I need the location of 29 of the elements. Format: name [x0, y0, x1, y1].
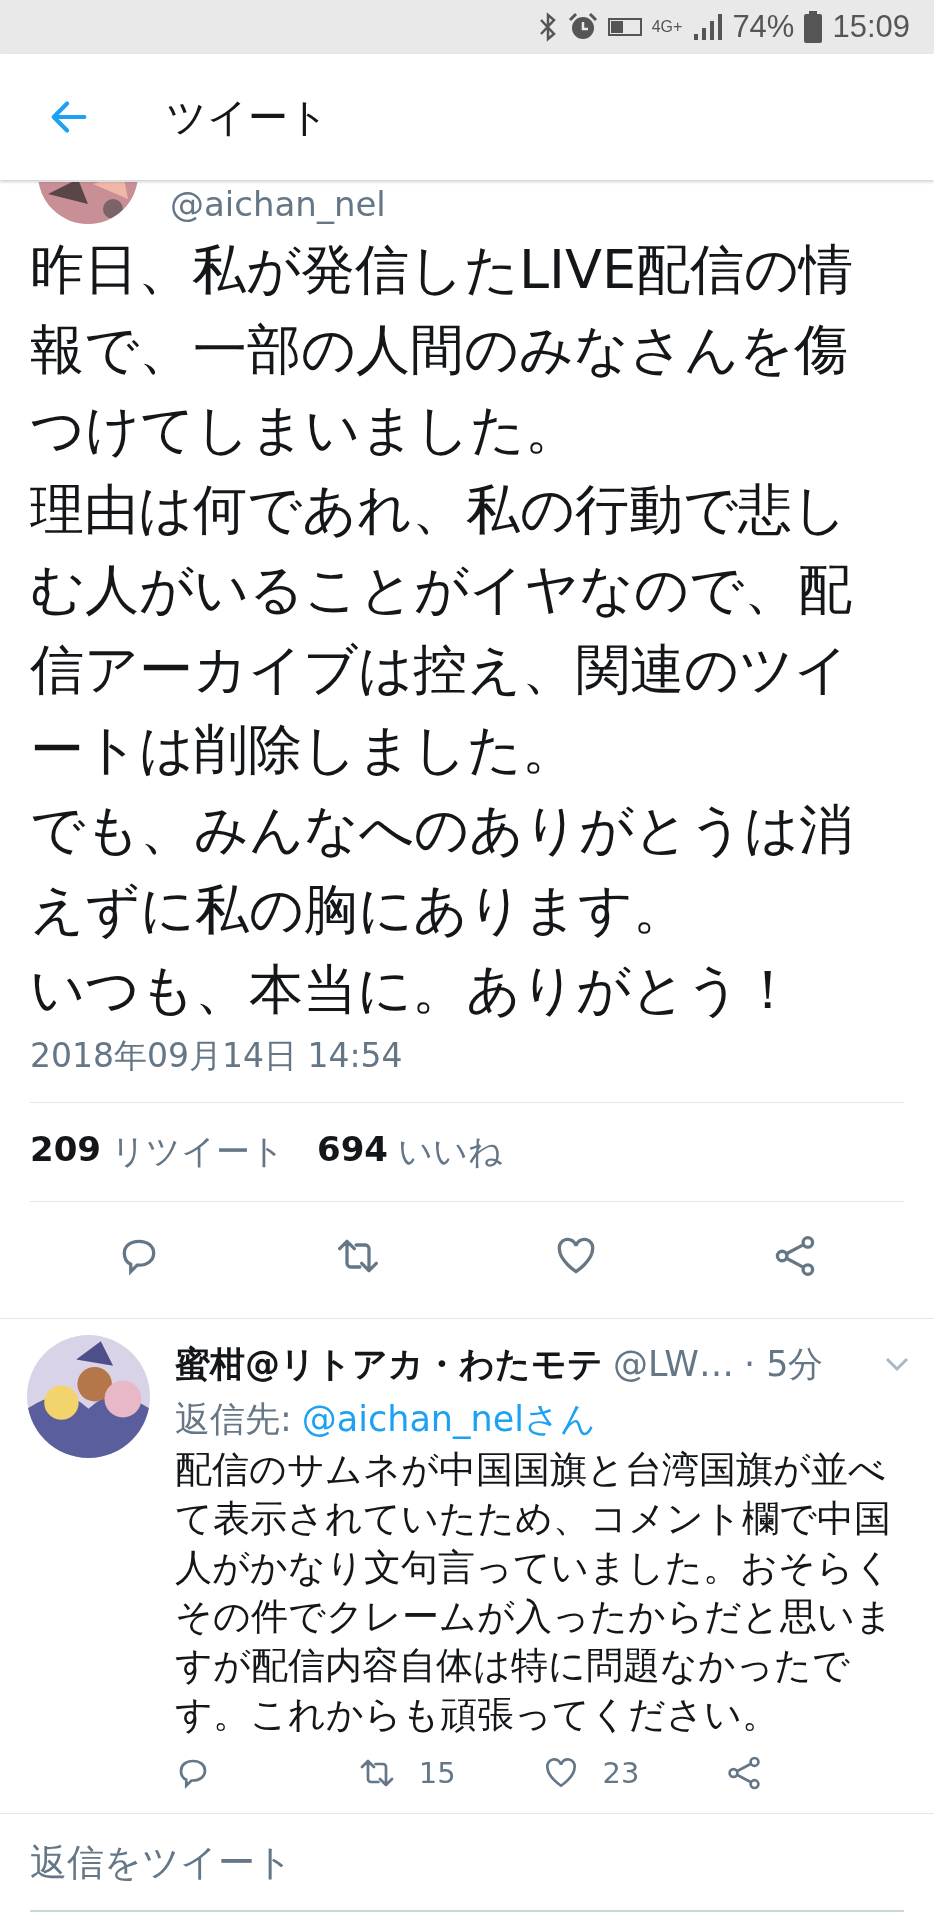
reply-to-label: 返信先: — [175, 1398, 292, 1441]
alarm-icon — [567, 12, 598, 42]
user-handle: @LW… — [613, 1344, 734, 1384]
battery-icon — [804, 11, 823, 43]
display-name: 蜜柑@リトアカ・わたモテ — [175, 1342, 603, 1386]
signal-icon — [692, 12, 723, 42]
tweet-timestamp: 2018年09月14日 14:54 — [29, 1035, 404, 1076]
user-handle[interactable]: @aichan_nel — [170, 184, 386, 224]
retweet-label[interactable]: リツイート — [111, 1129, 285, 1175]
reply-field[interactable]: 返信をツイート — [30, 1840, 904, 1884]
retweet-count: 209 — [30, 1129, 101, 1171]
tweet-text: いつも、本当に。ありがとう！ — [30, 957, 796, 1023]
tweet-text: 理由は何であれ、私の行動で悲しむ人がいることがイヤなので、配信アーカイブは控え、関連のツイートは削除しました。 — [30, 477, 853, 783]
reply-time: · 5分 — [743, 1342, 824, 1386]
battery-percent: 74% — [732, 9, 795, 45]
share-icon[interactable] — [726, 1755, 763, 1791]
tweet-text: 昨日、私が発信したLIVE配信の情報で、一部の人間のみなさんを傷つけてしまいました。 — [30, 237, 855, 463]
page-title: ツイート — [166, 92, 329, 142]
mention-link[interactable]: @aichan_nelさん — [301, 1393, 596, 1445]
like-count: 694 — [317, 1129, 388, 1171]
network-type: 4G+ — [651, 19, 683, 35]
reply-text: 配信のサムネが中国国旗と台湾国旗が並べて表示されていたため、コメント欄で中国人がかなり文句言っていました。おそらくその件でクレームが入ったからだと思いますが配信内容自体は特に問題なかったです。これからも頑張ってください。 — [175, 1447, 894, 1738]
like-label[interactable]: いいね — [397, 1129, 503, 1175]
retweet-count: 15 — [418, 1756, 456, 1790]
tweet-text: でも、みんなへのありがとうは消えずに私の胸にあります。 — [30, 797, 854, 943]
bluetooth-icon — [537, 12, 558, 42]
like-count: 23 — [602, 1756, 640, 1790]
avatar[interactable] — [38, 182, 138, 224]
clock-time: 15:09 — [832, 9, 910, 45]
